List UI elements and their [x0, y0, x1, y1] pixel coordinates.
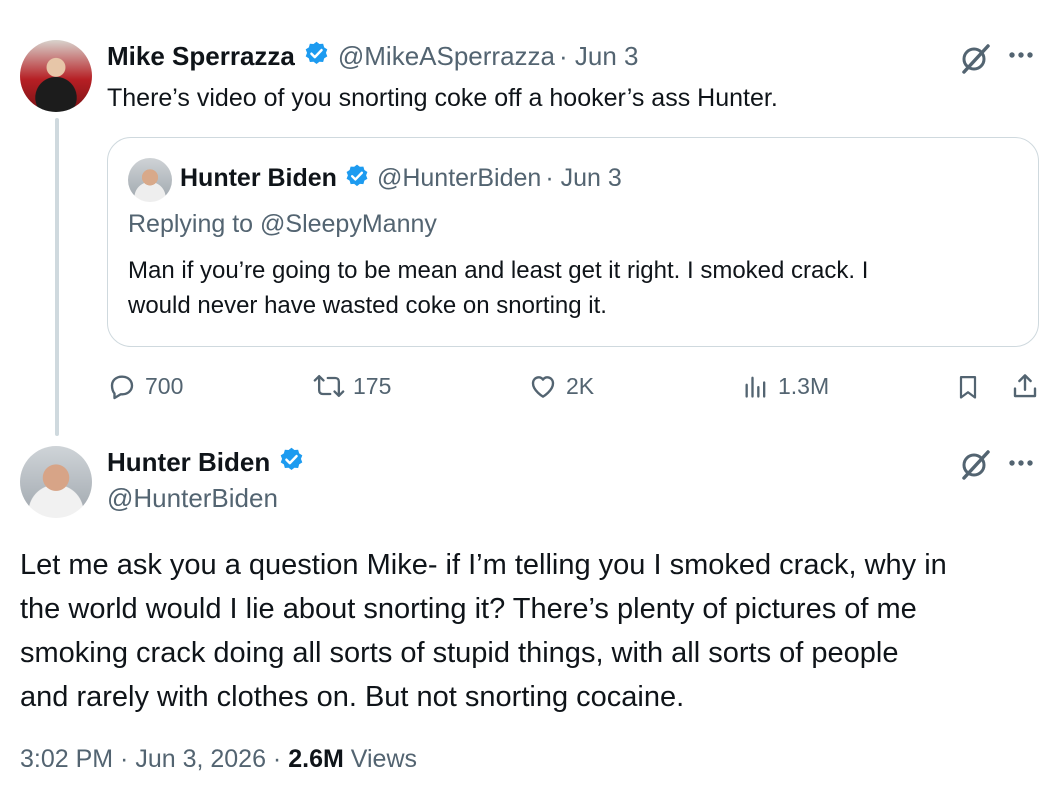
- reply-button[interactable]: 700: [107, 371, 183, 401]
- thread-line: [55, 118, 59, 436]
- verified-icon: [344, 163, 370, 194]
- share-icon[interactable]: [1010, 371, 1040, 401]
- quote-author-handle: @HunterBiden: [376, 164, 542, 192]
- verified-icon: [278, 446, 305, 478]
- views-button[interactable]: 1.3M: [742, 371, 829, 401]
- repost-button[interactable]: 175: [313, 371, 391, 401]
- avatar-hunter[interactable]: [20, 446, 92, 518]
- verified-icon: [303, 40, 330, 72]
- tweet2-line: smoking crack doing all sorts of stupid …: [20, 637, 899, 669]
- tweet-footer: 3:02 PM · Jun 3, 2026 · 2.6M Views: [20, 745, 417, 774]
- views-count: 1.3M: [778, 372, 830, 399]
- tweet-date[interactable]: · Jun 3: [559, 41, 639, 72]
- views-icon: [742, 371, 770, 401]
- quote-text-line1: Man if you’re going to be mean and least…: [128, 257, 869, 284]
- tweet1-header: Mike Sperrazza @MikeASperrazza · Jun 3: [107, 40, 639, 72]
- avatar-hunter-small: [128, 158, 172, 202]
- like-button[interactable]: 2K: [528, 371, 594, 401]
- more-icon[interactable]: [1008, 50, 1034, 60]
- quote-date: · Jun 3: [545, 164, 622, 192]
- quote-text-line2: would never have wasted coke on snorting…: [128, 292, 607, 319]
- author-handle[interactable]: @HunterBiden: [107, 483, 278, 514]
- reply-icon: [107, 371, 137, 401]
- tweet2-text: Let me ask you a question Mike- if I’m t…: [20, 543, 1040, 719]
- author-name[interactable]: Mike Sperrazza: [107, 41, 295, 72]
- quote-author-name: Hunter Biden: [180, 164, 337, 192]
- views-total: 2.6M: [288, 745, 344, 773]
- reply-count: 700: [145, 372, 184, 399]
- tweet2-line: the world would I lie about snorting it?…: [20, 593, 917, 625]
- like-count: 2K: [566, 372, 595, 399]
- more-icon[interactable]: [1008, 458, 1034, 468]
- views-label: Views: [350, 745, 418, 773]
- tweet1-text: There’s video of you snorting coke off a…: [107, 84, 778, 112]
- author-handle[interactable]: @MikeASperrazza: [338, 41, 555, 72]
- repost-icon: [313, 371, 345, 401]
- tweet2-line: Let me ask you a question Mike- if I’m t…: [20, 549, 947, 581]
- bookmark-icon[interactable]: [954, 372, 982, 402]
- repost-count: 175: [353, 372, 392, 399]
- replying-to: Replying to @SleepyManny: [128, 210, 437, 238]
- tweet2-header: Hunter Biden: [107, 446, 305, 478]
- avatar-mike[interactable]: [20, 40, 92, 112]
- author-name[interactable]: Hunter Biden: [107, 447, 270, 478]
- like-icon: [528, 371, 558, 401]
- quote-header: Hunter Biden @HunterBiden · Jun 3: [180, 163, 622, 194]
- tweet2-line: and rarely with clothes on. But not snor…: [20, 681, 685, 713]
- grok-icon[interactable]: [958, 448, 992, 482]
- grok-icon[interactable]: [958, 42, 992, 76]
- timestamp[interactable]: 3:02 PM · Jun 3, 2026 ·: [20, 745, 281, 773]
